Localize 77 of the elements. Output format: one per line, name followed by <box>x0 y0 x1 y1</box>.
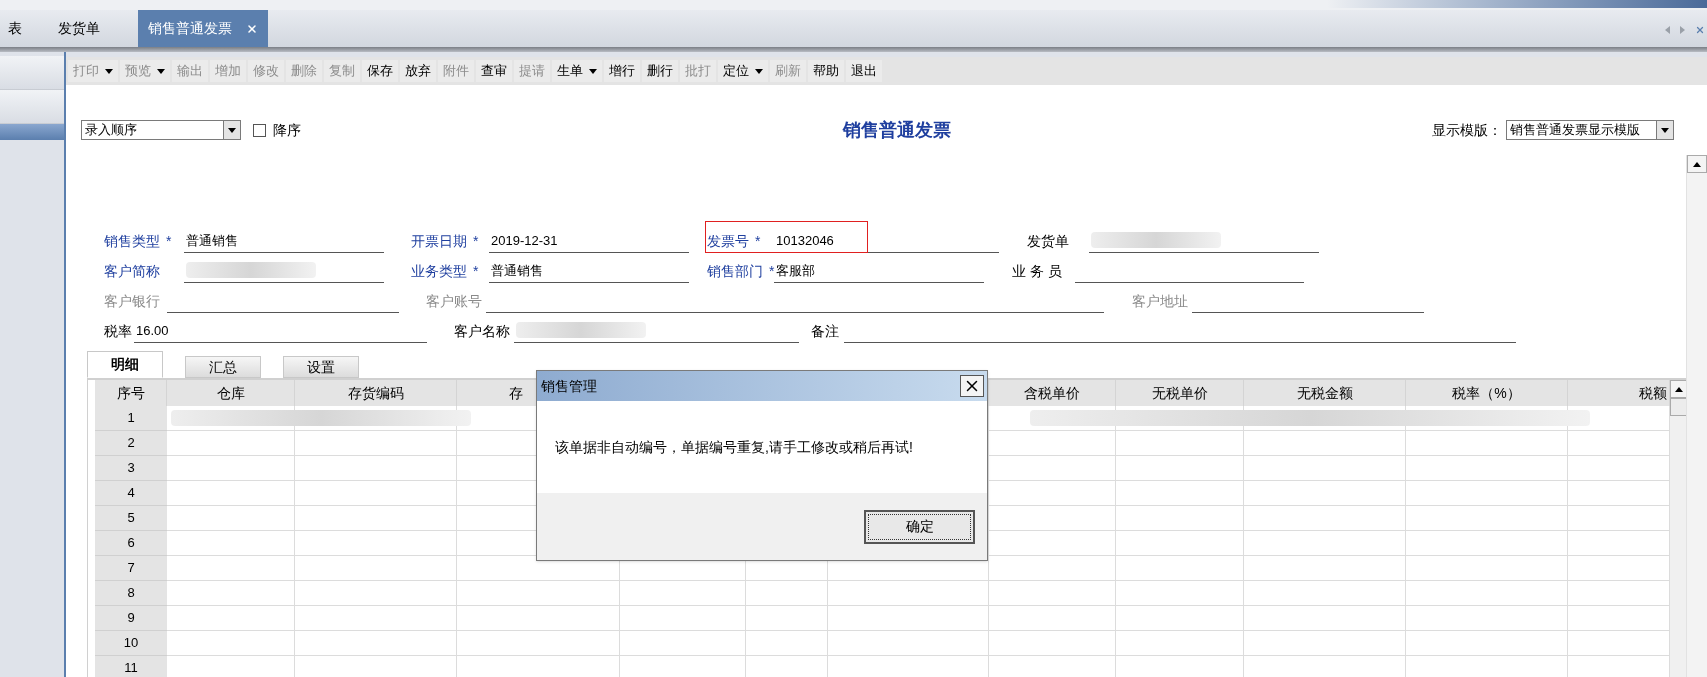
close-icon[interactable] <box>1695 25 1705 35</box>
scrollbar[interactable] <box>1670 380 1686 677</box>
document-tab[interactable]: 表 <box>0 10 44 47</box>
row-number: 3 <box>95 456 167 481</box>
dropdown-arrow-icon <box>228 127 236 133</box>
column-header: 无税金额 <box>1244 380 1406 406</box>
row-number: 11 <box>95 656 167 677</box>
detail-tab[interactable]: 汇总 <box>185 356 261 378</box>
row-number: 6 <box>95 531 167 556</box>
toolbar-button[interactable]: 保存 <box>362 60 398 82</box>
sort-select[interactable]: 录入顺序 <box>81 120 241 140</box>
field-label: 销售部门 * <box>707 262 774 281</box>
field-label: 客户名称 <box>454 322 511 341</box>
dropdown-arrow-icon <box>105 68 113 74</box>
toolbar-button[interactable]: 增行 <box>604 60 640 82</box>
toolbar-button[interactable]: 放弃 <box>400 60 436 82</box>
dropdown-arrow-icon <box>589 68 597 74</box>
detail-tab[interactable]: 设置 <box>283 356 359 378</box>
document-tab[interactable]: 销售普通发票 <box>138 10 268 47</box>
field-label: 发票号 * <box>707 232 762 251</box>
scroll-up-icon[interactable] <box>1693 161 1701 167</box>
row-number: 7 <box>95 556 167 581</box>
scroll-thumb[interactable] <box>1670 398 1686 416</box>
scrollbar[interactable] <box>1686 155 1707 677</box>
close-button[interactable] <box>960 375 984 397</box>
form-title: 销售普通发票 <box>842 118 951 142</box>
toolbar-button[interactable]: 帮助 <box>808 60 844 82</box>
toolbar-button[interactable]: 查审 <box>476 60 512 82</box>
input-field[interactable] <box>1089 231 1319 253</box>
toolbar-button[interactable]: 定位 <box>718 60 768 82</box>
close-icon[interactable] <box>246 22 258 35</box>
checkbox[interactable] <box>253 123 266 137</box>
input-field[interactable] <box>514 321 799 343</box>
field-label: 备注 <box>811 322 840 341</box>
row-number: 5 <box>95 506 167 531</box>
toolbar-button[interactable]: 删行 <box>642 60 678 82</box>
row-number: 8 <box>95 581 167 606</box>
dropdown-arrow-icon <box>1661 127 1669 133</box>
field-label: 税率 <box>104 322 133 341</box>
field-label: 销售类型 * <box>104 232 173 251</box>
detail-tab[interactable]: 明细 <box>87 351 163 378</box>
input-field[interactable]: 16.00 <box>134 321 427 343</box>
row-number: 1 <box>95 406 167 431</box>
field-label: 客户账号 <box>426 292 483 311</box>
input-field[interactable]: 2019-12-31 <box>489 231 689 253</box>
dropdown-arrow-icon <box>755 68 763 74</box>
column-header: 含税单价 <box>989 380 1116 406</box>
column-header: 无税单价 <box>1116 380 1244 406</box>
checkbox-label: 降序 <box>273 120 301 140</box>
column-header: 税率（%） <box>1406 380 1568 406</box>
input-field[interactable]: 客服部 <box>774 261 984 283</box>
document-tab[interactable]: 发货单 <box>44 10 138 47</box>
field-label: 客户简称 <box>104 262 161 281</box>
input-field[interactable]: 普通销售 <box>184 231 384 253</box>
toolbar-button[interactable]: 退出 <box>846 60 882 82</box>
toolbar-button[interactable]: 生单 <box>552 60 602 82</box>
row-number: 4 <box>95 481 167 506</box>
dropdown-arrow-icon <box>157 68 165 74</box>
field-label: 发货单 <box>1027 232 1070 251</box>
input-field[interactable]: 10132046 <box>774 231 999 253</box>
row-number: 10 <box>95 631 167 656</box>
column-header: 仓库 <box>167 380 295 406</box>
template-select[interactable]: 销售普通发票显示模版 <box>1506 120 1674 140</box>
field-label: 客户银行 <box>104 292 161 311</box>
template-label: 显示模版： <box>1432 120 1502 140</box>
dialog-message: 该单据非自动编号，单据编号重复,请手工修改或稍后再试! <box>555 437 913 457</box>
field-label: 开票日期 * <box>411 232 480 251</box>
row-number: 9 <box>95 606 167 631</box>
field-label: 客户地址 <box>1132 292 1189 311</box>
scroll-up-icon[interactable] <box>1674 386 1683 392</box>
column-header: 存货编码 <box>295 380 457 406</box>
input-field[interactable] <box>184 261 384 283</box>
field-label: 业务类型 * <box>411 262 480 281</box>
field-label: 业 务 员 <box>1012 262 1063 281</box>
row-number: 2 <box>95 431 167 456</box>
input-field[interactable]: 普通销售 <box>489 261 689 283</box>
ok-button[interactable]: 确定 <box>864 509 975 544</box>
